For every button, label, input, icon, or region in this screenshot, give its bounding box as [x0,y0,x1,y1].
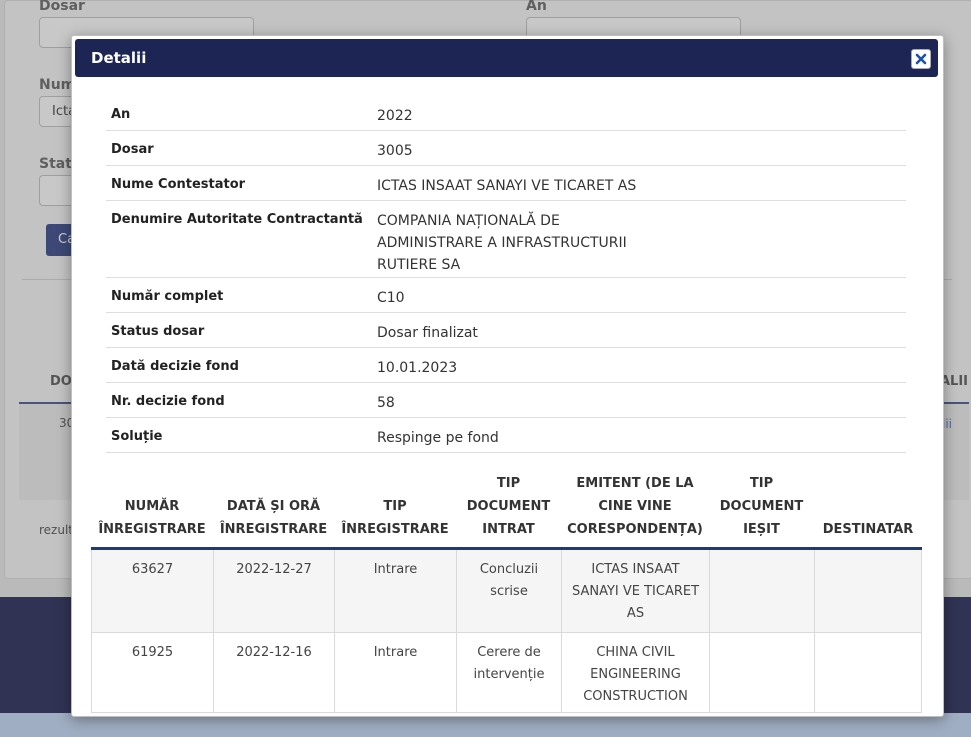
details-label: Status dosar [111,324,205,339]
table-row: 63627 2022-12-27 Intrare Concluzii scrise IC… [91,550,922,633]
modal-header: Detalii [75,39,938,77]
table-cell [814,633,922,712]
details-label: Număr complet [111,289,224,304]
table-cell: ICTAS INSAAT SANAYI VE TICARET AS [561,550,709,632]
table-cell: CHINA CIVIL ENGINEERING CONSTRUCTION [561,633,709,712]
register-column-header[interactable]: DESTINATAR [814,478,922,547]
details-label: Dosar [111,142,154,157]
details-row: Nr. decizie fond 58 [106,383,906,418]
details-modal: Detalii An 2022 Dosar 3005 Nume Contestator I… [71,35,944,717]
details-row: Denumire Autoritate Contractantă COMPANIA… [106,201,906,278]
details-value: COMPANIA NAȚIONALĂ DE ADMINISTRARE A INF… [377,213,627,273]
details-label: Denumire Autoritate Contractantă [111,212,363,227]
details-value: ICTAS INSAAT SANAYI VE TICARET AS [377,178,637,194]
table-cell: Cerere de intervenție [456,633,561,712]
modal-title: Detalii [91,49,147,67]
details-value: Respinge pe fond [377,430,499,446]
table-cell [814,550,922,632]
table-cell: Intrare [334,633,456,712]
table-cell: 2022-12-16 [213,633,334,712]
details-row: An 2022 [106,96,906,131]
register-header: NUMĂR ÎNREGISTRARE DATĂ ȘI ORĂ ÎNREGISTRA… [91,476,922,550]
register-table: NUMĂR ÎNREGISTRARE DATĂ ȘI ORĂ ÎNREGISTRA… [91,476,922,713]
details-label: Nr. decizie fond [111,394,225,409]
details-row: Soluție Respinge pe fond [106,418,906,453]
details-label: Dată decizie fond [111,359,239,374]
details-label: An [111,107,131,122]
details-value: Dosar finalizat [377,325,478,341]
table-cell: 61925 [91,633,213,712]
details-row: Status dosar Dosar finalizat [106,313,906,348]
details-value: 3005 [377,143,413,159]
details-value: 58 [377,395,395,411]
table-cell: Concluzii scrise [456,550,561,632]
details-value: 2022 [377,108,413,124]
details-label: Soluție [111,429,163,444]
close-button[interactable] [911,49,931,69]
table-row: 61925 2022-12-16 Intrare Cerere de interven… [91,633,922,713]
register-column-header[interactable]: TIP DOCUMENT INTRAT [456,476,561,547]
details-row: Număr complet C10 [106,278,906,313]
register-column-header[interactable]: TIP DOCUMENT IEȘIT [709,476,814,547]
details-value: 10.01.2023 [377,360,458,376]
details-row: Nume Contestator ICTAS INSAAT SANAYI VE T… [106,166,906,201]
table-cell: 63627 [91,550,213,632]
table-cell: 2022-12-27 [213,550,334,632]
register-column-header[interactable]: NUMĂR ÎNREGISTRARE [91,478,213,547]
close-icon [915,53,927,65]
details-label: Nume Contestator [111,177,246,192]
register-column-header[interactable]: EMITENT (DE LA CINE VINE CORESPONDENȚA) [561,476,709,547]
register-column-header[interactable]: DATĂ ȘI ORĂ ÎNREGISTRARE [213,478,334,547]
table-cell [709,633,814,712]
register-column-header[interactable]: TIP ÎNREGISTRARE [334,478,456,547]
table-cell: Intrare [334,550,456,632]
details-row: Dosar 3005 [106,131,906,166]
register-body: 63627 2022-12-27 Intrare Concluzii scrise IC… [91,550,922,713]
details-table: An 2022 Dosar 3005 Nume Contestator ICTAS INS… [106,96,906,453]
details-row: Dată decizie fond 10.01.2023 [106,348,906,383]
table-cell [709,550,814,632]
details-value: C10 [377,290,405,306]
modal-body: An 2022 Dosar 3005 Nume Contestator ICTAS INS… [72,78,941,716]
